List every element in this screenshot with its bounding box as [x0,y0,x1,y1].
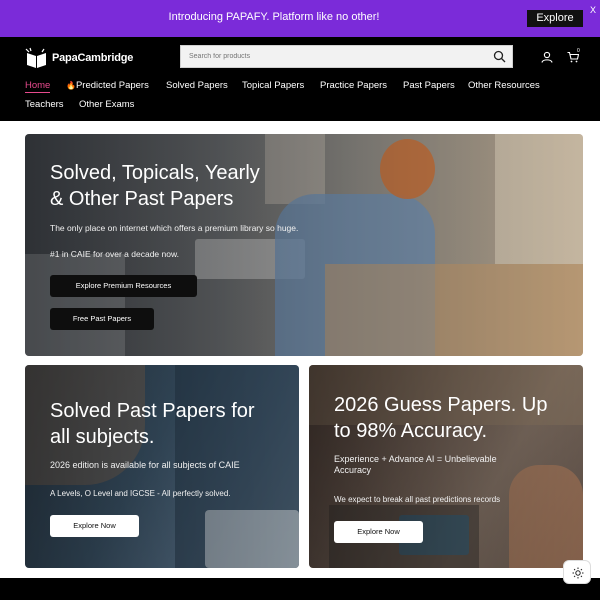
solved-card-subtitle: 2026 edition is available for all subjec… [50,460,240,470]
user-icon[interactable] [541,51,553,63]
cart-count-badge: 0 [577,48,580,54]
search-icon[interactable] [493,50,506,63]
explore-premium-button[interactable]: Explore Premium Resources [50,275,197,297]
footer-bar [0,578,600,600]
solved-card-title-line1: Solved Past Papers for [50,400,255,422]
logo[interactable]: PapaCambridge [24,47,134,69]
hero-title-line1: Solved, Topicals, Yearly [50,162,260,184]
logo-text: PapaCambridge [52,52,134,64]
nav-item-label: Predicted Papers [75,80,149,91]
solved-card-note: A Levels, O Level and IGCSE - All perfec… [50,489,231,498]
guess-card-subtitle-line2: Accuracy [334,465,372,475]
nav-item-home[interactable]: Home [25,80,51,93]
nav-item-other-resources[interactable]: Other Resources [468,80,540,91]
nav-item-past-papers[interactable]: Past Papers [403,80,455,91]
promo-banner: Introducing PAPAFY. Platform like no oth… [0,0,600,37]
guess-card-note: We expect to break all past predictions … [334,495,501,504]
solved-explore-now-button[interactable]: Explore Now [50,515,139,537]
free-past-papers-button[interactable]: Free Past Papers [50,308,154,330]
guess-papers-card: 2026 Guess Papers. Up to 98% Accuracy. E… [309,365,583,568]
guess-card-title-line1: 2026 Guess Papers. Up [334,394,548,416]
search-input[interactable] [189,49,479,64]
hero-banner: Solved, Topicals, Yearly & Other Past Pa… [25,134,583,356]
guess-card-title-line2: to 98% Accuracy. [334,420,488,442]
fire-icon: 🔥 [66,81,76,90]
promo-explore-button[interactable]: Explore [527,10,583,27]
nav-item-topical-papers[interactable]: Topical Papers [242,80,304,91]
hero-tagline: #1 in CAIE for over a decade now. [50,249,179,259]
nav-item-predicted-papers[interactable]: 🔥Predicted Papers [66,80,149,91]
solved-papers-card: Solved Past Papers for all subjects. 202… [25,365,299,568]
sun-icon [572,567,584,579]
guess-card-subtitle-line1: Experience + Advance AI = Unbelievable [334,454,497,464]
theme-toggle-button[interactable] [563,560,591,584]
nav-item-other-exams[interactable]: Other Exams [79,99,134,110]
logo-icon [25,47,46,68]
solved-card-title-line2: all subjects. [50,426,155,448]
close-icon[interactable]: X [590,5,596,15]
nav-item-solved-papers[interactable]: Solved Papers [166,80,228,91]
hero-title-line2: & Other Past Papers [50,188,234,210]
search-bar [180,45,513,68]
promo-text: Introducing PAPAFY. Platform like no oth… [168,11,380,23]
site-header: PapaCambridge 0 Home 🔥Predicted Papers S… [0,37,600,121]
hero-subtitle: The only place on internet which offers … [50,223,299,233]
guess-explore-now-button[interactable]: Explore Now [334,521,423,543]
nav-item-teachers[interactable]: Teachers [25,99,64,110]
nav-item-practice-papers[interactable]: Practice Papers [320,80,387,91]
